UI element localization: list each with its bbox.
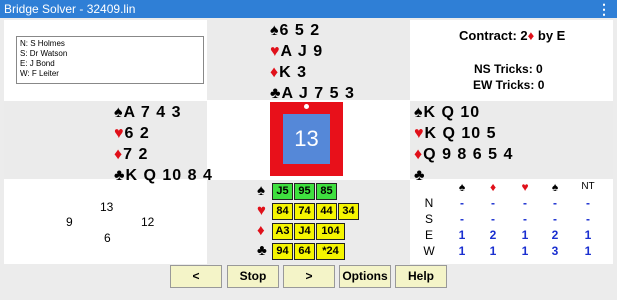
dd-header-spades: ♠ <box>458 180 466 194</box>
player-south: S: Dr Watson <box>20 49 68 58</box>
east-diamonds[interactable]: ♦Q 9 8 6 5 4 <box>414 144 513 165</box>
west-hand: ♠A 7 4 3 ♥6 2 ♦7 2 ♣K Q 10 8 4 <box>114 102 213 186</box>
dd-cell: - <box>523 212 527 226</box>
east-hearts[interactable]: ♥K Q 10 5 <box>414 123 513 144</box>
north-clubs[interactable]: ♣A J 7 5 3 <box>270 83 355 104</box>
contract: Contract: 2♦ by E <box>459 28 566 43</box>
dd-cell: 1 <box>489 244 497 258</box>
dd-cell: - <box>491 196 495 210</box>
chip-d-A3[interactable]: A3 <box>272 223 293 240</box>
dd-cell: - <box>586 212 590 226</box>
north-hand: ♠6 5 2 ♥A J 9 ♦K 3 ♣A J 7 5 3 <box>270 20 355 104</box>
player-west: W: F Leiter <box>20 69 59 78</box>
west-spades[interactable]: ♠A 7 4 3 <box>114 102 213 123</box>
count-top: 13 <box>100 200 114 214</box>
compass-board: 13 <box>270 102 343 176</box>
dd-cell: 1 <box>458 228 466 242</box>
spade-icon: ♠ <box>414 104 424 121</box>
club-icon: ♣ <box>414 167 426 184</box>
dd-cell: 1 <box>521 244 529 258</box>
dd-row-label-n: N <box>424 196 434 210</box>
chip-s-95[interactable]: 95 <box>294 183 315 200</box>
spade-icon: ♠ <box>257 182 265 199</box>
dd-cell: - <box>553 196 557 210</box>
chip-h-84[interactable]: 84 <box>272 203 293 220</box>
chip-d-J4[interactable]: J4 <box>294 223 315 240</box>
overflow-menu-icon[interactable]: ⋮ <box>597 0 611 18</box>
dd-cell: - <box>460 212 464 226</box>
app-title: Bridge Solver - 32409.lin <box>4 2 136 16</box>
board: N: S Holmes S: Dr Watson E: J Bond W: F … <box>4 20 613 264</box>
heart-icon: ♥ <box>114 125 125 142</box>
ns-tricks: NS Tricks: 0 <box>474 62 543 76</box>
dd-cell: 1 <box>458 244 466 258</box>
north-hearts[interactable]: ♥A J 9 <box>270 41 355 62</box>
dd-cell: 1 <box>584 228 592 242</box>
dd-cell: - <box>586 196 590 210</box>
dd-cell: - <box>460 196 464 210</box>
north-spades[interactable]: ♠6 5 2 <box>270 20 355 41</box>
chip-c-94[interactable]: 94 <box>272 243 293 260</box>
chip-h-44[interactable]: 44 <box>316 203 337 220</box>
east-hand: ♠K Q 10 ♥K Q 10 5 ♦Q 9 8 6 5 4 ♣ <box>414 102 513 186</box>
dd-row-label-e: E <box>424 228 433 242</box>
heart-icon: ♥ <box>257 202 266 219</box>
player-east: E: J Bond <box>20 59 55 68</box>
east-spades[interactable]: ♠K Q 10 <box>414 102 513 123</box>
chip-h-34[interactable]: 34 <box>338 203 359 220</box>
chip-s-J5[interactable]: J5 <box>272 183 293 200</box>
club-icon: ♣ <box>257 242 267 259</box>
diamond-icon: ♦ <box>114 146 124 163</box>
heart-icon: ♥ <box>414 125 425 142</box>
diamond-icon: ♦ <box>414 146 424 163</box>
options-button[interactable]: Options <box>339 265 391 288</box>
dd-row-label-w: W <box>423 244 435 258</box>
dd-header-nt: NT <box>581 181 595 192</box>
dd-header-diamonds: ♦ <box>489 180 497 194</box>
player-north: N: S Holmes <box>20 39 65 48</box>
west-diamonds[interactable]: ♦7 2 <box>114 144 213 165</box>
east-vul-bar <box>330 102 343 176</box>
help-button[interactable]: Help <box>395 265 447 288</box>
diamond-icon: ♦ <box>257 222 265 239</box>
dd-cell: - <box>523 196 527 210</box>
west-hearts[interactable]: ♥6 2 <box>114 123 213 144</box>
chip-c-64[interactable]: 64 <box>294 243 315 260</box>
north-diamonds[interactable]: ♦K 3 <box>270 62 355 83</box>
board-number: 13 <box>283 114 330 164</box>
dd-row-label-s: S <box>424 212 433 226</box>
dealer-dot-icon <box>304 104 309 109</box>
ew-tricks: EW Tricks: 0 <box>473 78 545 92</box>
back-button[interactable]: < <box>170 265 222 288</box>
dd-header-spades-2: ♠ <box>551 180 559 194</box>
dd-cell: 3 <box>551 244 559 258</box>
title-bar: Bridge Solver - 32409.lin ⋮ <box>0 0 617 18</box>
west-clubs[interactable]: ♣K Q 10 8 4 <box>114 165 213 186</box>
count-right: 12 <box>141 215 155 229</box>
dd-cell: - <box>553 212 557 226</box>
chip-d-104[interactable]: 104 <box>316 223 345 240</box>
dd-cell: 1 <box>584 244 592 258</box>
dd-header-hearts: ♥ <box>521 180 529 194</box>
forward-button[interactable]: > <box>283 265 335 288</box>
spade-icon: ♠ <box>114 104 124 121</box>
club-icon: ♣ <box>270 85 282 102</box>
chip-c-24[interactable]: *24 <box>316 243 345 260</box>
spade-icon: ♠ <box>270 22 280 39</box>
stop-button[interactable]: Stop <box>227 265 279 288</box>
players-box: N: S Holmes S: Dr Watson E: J Bond W: F … <box>16 36 204 84</box>
dd-cell: 2 <box>551 228 559 242</box>
dd-cell: 2 <box>489 228 497 242</box>
dd-cell: 1 <box>521 228 529 242</box>
heart-icon: ♥ <box>270 43 281 60</box>
club-icon: ♣ <box>114 167 126 184</box>
count-left: 9 <box>66 215 73 229</box>
west-vul-bar <box>270 102 283 176</box>
count-bottom: 6 <box>104 231 111 245</box>
chip-s-85[interactable]: 85 <box>316 183 337 200</box>
diamond-icon: ♦ <box>270 64 280 81</box>
chip-h-74[interactable]: 74 <box>294 203 315 220</box>
dd-cell: - <box>491 212 495 226</box>
